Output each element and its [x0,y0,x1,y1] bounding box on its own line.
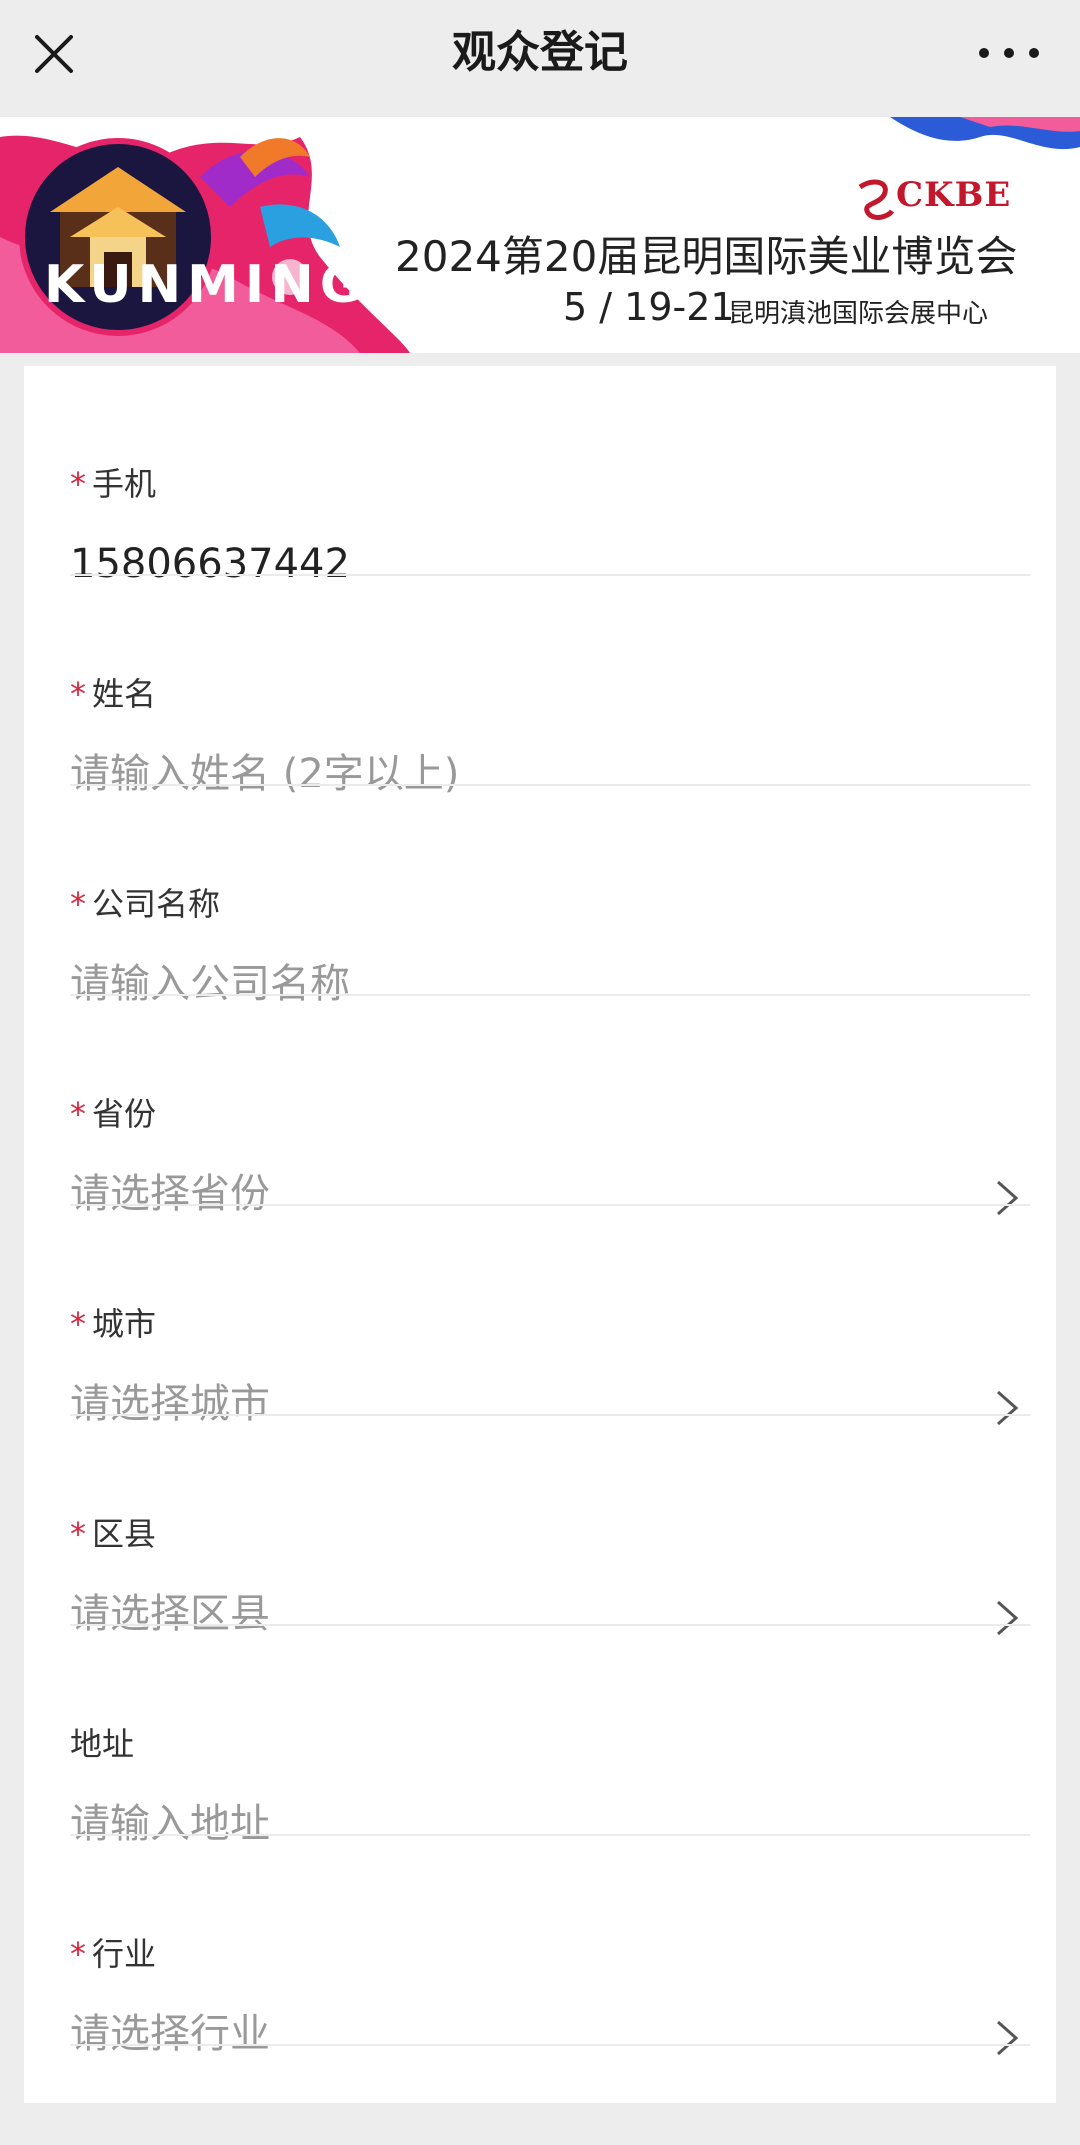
field-label: * 城市 [70,1305,157,1343]
top-bar: 观众登记 [0,0,1080,117]
page-title: 观众登记 [452,27,628,78]
field-label: 地址 [70,1725,135,1763]
field-label: * 姓名 [70,675,157,713]
required-mark: * [70,1305,86,1343]
field-phone[interactable]: * 手机 15806637442 [24,366,1056,587]
more-icon[interactable] [976,40,1042,66]
field-industry[interactable]: * 行业 请选择行业 [24,1836,1056,2057]
field-name[interactable]: * 姓名 请输入姓名 (2字以上) [24,576,1056,797]
field-label: * 手机 [70,465,157,503]
required-mark: * [70,1935,86,1973]
field-label: * 公司名称 [70,885,221,923]
divider [70,2044,1030,2046]
chevron-right-icon[interactable] [994,2018,1020,2058]
event-venue: 昆明滇池国际会展中心 [728,299,989,329]
field-label: * 省份 [70,1095,157,1133]
field-province[interactable]: * 省份 请选择省份 [24,996,1056,1217]
field-address[interactable]: 地址 请输入地址 [24,1626,1056,1847]
ckbe-logo: CKBE [896,175,1012,215]
banner-city-text: KUNMING [44,255,369,315]
field-label: * 区县 [70,1515,157,1553]
event-banner[interactable]: KUNMING CKBE 2024第20届昆明国际美业博览会 5 / 19-21… [0,117,1080,353]
required-mark: * [70,675,86,713]
field-district[interactable]: * 区县 请选择区县 [24,1416,1056,1637]
industry-select[interactable]: 请选择行业 [70,2006,270,2062]
required-mark: * [70,885,86,923]
event-date: 5 / 19-21 [563,285,735,329]
event-title: 2024第20届昆明国际美业博览会 [395,232,1018,281]
field-company[interactable]: * 公司名称 请输入公司名称 [24,786,1056,1007]
field-label: * 行业 [70,1935,157,1973]
required-mark: * [70,465,86,503]
required-mark: * [70,1515,86,1553]
registration-form: * 手机 15806637442 * 姓名 请输入姓名 (2字以上) * 公司名称 请… [24,366,1056,2103]
required-mark: * [70,1095,86,1133]
field-city[interactable]: * 城市 请选择城市 [24,1206,1056,1427]
